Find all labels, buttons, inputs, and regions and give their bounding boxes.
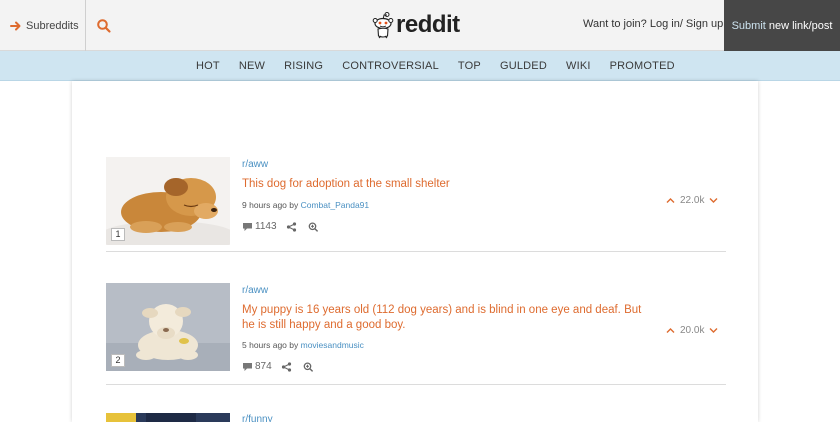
- post-rank: 1: [111, 228, 125, 241]
- chevron-down-icon[interactable]: [709, 197, 718, 204]
- post-rank: 2: [111, 354, 125, 367]
- sort-tabs: HOT NEW RISING CONTROVERSIAL TOP GULDED …: [196, 51, 694, 81]
- post-item: r/funny: [106, 413, 726, 422]
- chevron-up-icon[interactable]: [666, 327, 675, 334]
- subreddit-link[interactable]: r/funny: [242, 414, 273, 422]
- submit-suffix-label: new link/post: [768, 19, 833, 32]
- post-meta: 9 hours ago by Combat_Panda91: [242, 200, 369, 210]
- vote-score: 22.0k: [680, 195, 705, 206]
- subreddit-link[interactable]: r/aww: [242, 159, 268, 170]
- tab-gulded[interactable]: GULDED: [500, 60, 547, 72]
- post-thumbnail[interactable]: 2: [106, 283, 230, 371]
- comment-bubble-icon[interactable]: [242, 222, 253, 232]
- top-bar: Subreddits reddit Want to join? Log in/ …: [0, 0, 840, 51]
- post-time: 9 hours ago by: [242, 200, 299, 210]
- post-thumbnail[interactable]: [106, 413, 230, 422]
- subreddit-link[interactable]: r/aww: [242, 285, 268, 296]
- post-thumbnail[interactable]: 1: [106, 157, 230, 245]
- chevron-up-icon[interactable]: [666, 197, 675, 204]
- tab-new[interactable]: NEW: [239, 60, 265, 72]
- post-thumbnail-image: [106, 413, 230, 422]
- reddit-alien-icon: [372, 12, 394, 39]
- comment-bubble-icon[interactable]: [242, 362, 253, 372]
- arrow-right-icon: [10, 21, 21, 30]
- sort-nav-bar: HOT NEW RISING CONTROVERSIAL TOP GULDED …: [0, 51, 840, 81]
- post-author[interactable]: Combat_Panda91: [301, 200, 370, 210]
- reddit-logo[interactable]: reddit: [372, 10, 460, 40]
- search-icon[interactable]: [96, 18, 112, 34]
- vote-score: 20.0k: [680, 325, 705, 336]
- tab-wiki[interactable]: WIKI: [566, 60, 591, 72]
- subreddits-button[interactable]: Subreddits: [0, 0, 86, 51]
- zoom-icon[interactable]: [308, 221, 319, 232]
- post-author[interactable]: moviesandmusic: [301, 340, 364, 350]
- comment-count[interactable]: 874: [255, 361, 272, 372]
- post-meta: 5 hours ago by moviesandmusic: [242, 340, 364, 350]
- post-actions: 874: [242, 361, 316, 372]
- submit-button[interactable]: Submit new link/post: [724, 0, 840, 51]
- vote-control: 20.0k: [666, 325, 718, 336]
- tab-hot[interactable]: HOT: [196, 60, 220, 72]
- zoom-icon[interactable]: [303, 361, 314, 372]
- post-title-line: he is still happy and a good boy.: [242, 319, 406, 331]
- login-signup-link[interactable]: Want to join? Log in/ Sign up: [583, 18, 723, 30]
- comment-count[interactable]: 1143: [255, 221, 277, 232]
- post-title-line: My puppy is 16 years old (112 dog years)…: [242, 304, 642, 316]
- tab-top[interactable]: TOP: [458, 60, 481, 72]
- tab-promoted[interactable]: PROMOTED: [610, 60, 675, 72]
- share-icon[interactable]: [281, 361, 292, 372]
- post-item: 2 r/aww My puppy is 16 years old (112 do…: [106, 283, 726, 385]
- subreddits-label: Subreddits: [26, 19, 79, 32]
- post-title[interactable]: My puppy is 16 years old (112 dog years)…: [242, 303, 641, 333]
- vote-control: 22.0k: [666, 195, 718, 206]
- submit-label: Submit: [731, 19, 766, 32]
- share-icon[interactable]: [286, 221, 297, 232]
- tab-rising[interactable]: RISING: [284, 60, 323, 72]
- post-time: 5 hours ago by: [242, 340, 299, 350]
- logo-text: reddit: [396, 11, 460, 38]
- post-actions: 1143: [242, 221, 321, 232]
- post-item: 1 r/aww This dog for adoption at the sma…: [106, 157, 726, 252]
- chevron-down-icon[interactable]: [709, 327, 718, 334]
- tab-controversial[interactable]: CONTROVERSIAL: [342, 60, 439, 72]
- post-list-panel: 1 r/aww This dog for adoption at the sma…: [72, 81, 758, 422]
- post-title[interactable]: This dog for adoption at the small shelt…: [242, 177, 450, 192]
